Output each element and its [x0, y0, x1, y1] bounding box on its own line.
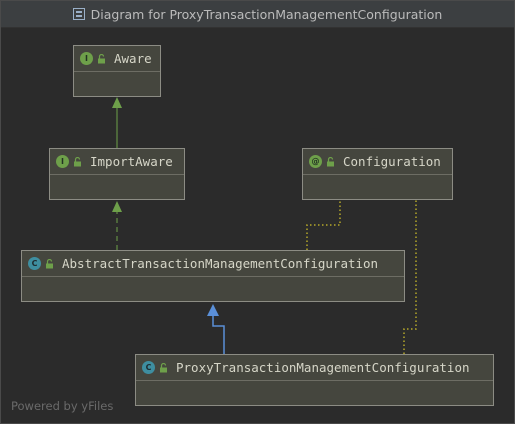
node-abstract-label: AbstractTransactionManagementConfigurati… — [62, 256, 379, 271]
lock-open-icon — [327, 156, 334, 166]
node-importaware-label: ImportAware — [90, 154, 173, 169]
window-title: Diagram for ProxyTransactionManagementCo… — [90, 6, 443, 22]
lock-open-icon — [160, 362, 167, 372]
edge-proxy-abstract — [212, 314, 225, 354]
class-icon: C — [142, 361, 155, 374]
lock-open-icon — [98, 53, 105, 63]
node-configuration-label: Configuration — [343, 154, 441, 169]
title-bar: Diagram for ProxyTransactionManagementCo… — [1, 1, 514, 28]
node-proxy-label: ProxyTransactionManagementConfiguration — [176, 360, 470, 375]
node-importaware-header: I ImportAware — [50, 149, 184, 175]
diagram-window: Diagram for ProxyTransactionManagementCo… — [0, 0, 515, 424]
lock-open-icon — [46, 258, 53, 268]
powered-by-footer: Powered by yFiles — [11, 399, 114, 413]
interface-icon: I — [80, 52, 93, 65]
node-proxy-header: C ProxyTransactionManagementConfiguratio… — [136, 355, 493, 381]
edge-proxy-configuration — [403, 200, 417, 354]
edge-abstract-importaware-arrow — [112, 201, 122, 212]
diagram-icon — [72, 8, 85, 20]
node-aware[interactable]: I Aware — [73, 45, 161, 97]
node-proxy[interactable]: C ProxyTransactionManagementConfiguratio… — [135, 354, 494, 406]
node-aware-header: I Aware — [74, 46, 160, 72]
abstract-class-icon: C — [28, 257, 41, 270]
lock-open-icon — [74, 156, 81, 166]
annotation-icon: @ — [309, 155, 322, 168]
node-abstract[interactable]: C AbstractTransactionManagementConfigura… — [21, 250, 405, 302]
edge-importaware-aware-arrow — [112, 97, 122, 108]
node-configuration-header: @ Configuration — [303, 149, 452, 175]
node-importaware[interactable]: I ImportAware — [49, 148, 185, 200]
node-configuration[interactable]: @ Configuration — [302, 148, 453, 200]
diagram-canvas[interactable]: I Aware I ImportAware @ Configuration C … — [1, 28, 514, 423]
node-aware-label: Aware — [114, 51, 152, 66]
interface-icon: I — [56, 155, 69, 168]
edge-abstract-configuration — [306, 200, 341, 250]
edge-proxy-abstract-arrow — [207, 304, 219, 316]
node-abstract-header: C AbstractTransactionManagementConfigura… — [22, 251, 404, 277]
